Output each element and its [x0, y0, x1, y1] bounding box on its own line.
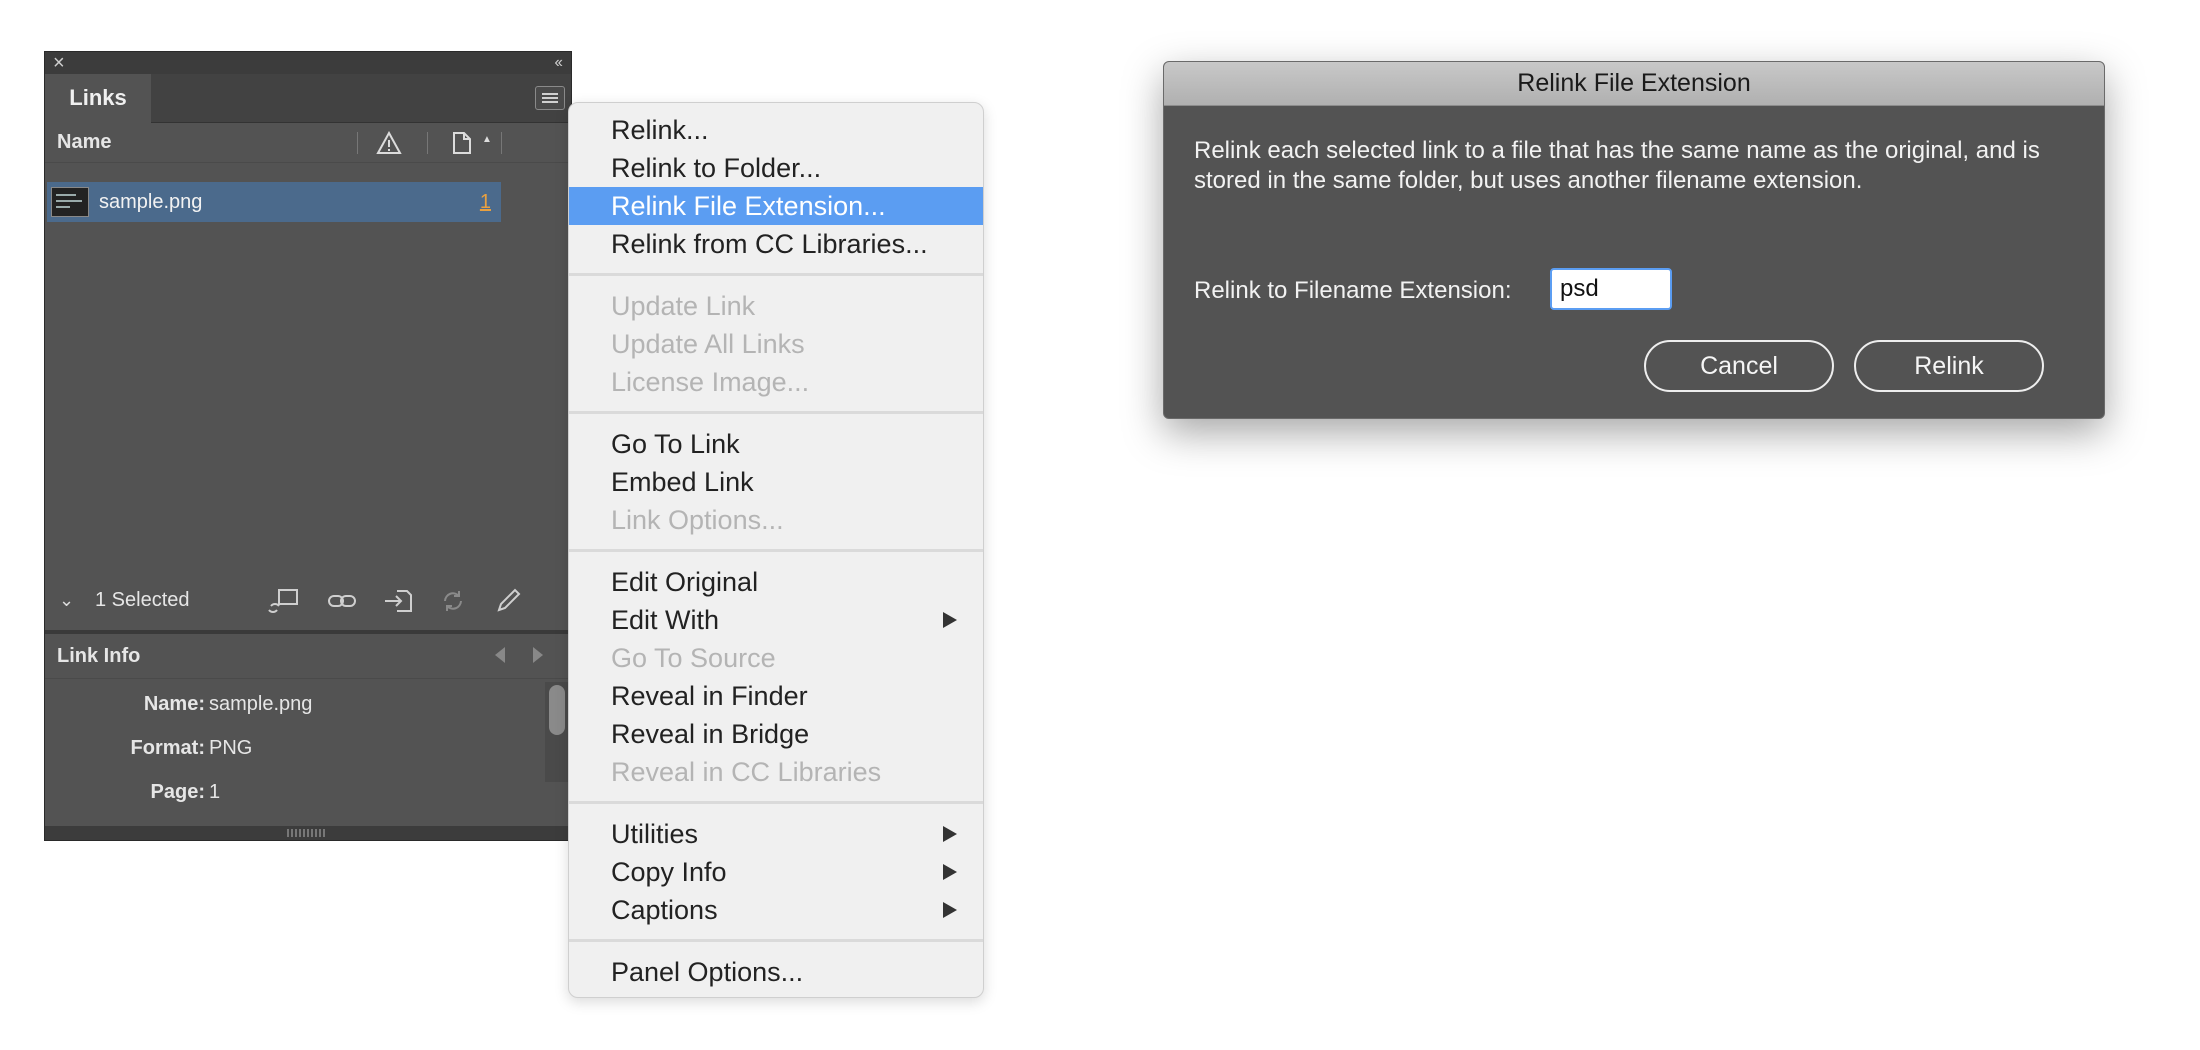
submenu-arrow-icon: [943, 612, 957, 628]
column-divider[interactable]: [501, 132, 502, 154]
warning-icon[interactable]: [376, 131, 402, 155]
relink-button[interactable]: Relink: [1854, 340, 2044, 392]
extension-input[interactable]: [1550, 268, 1672, 310]
menu-item-edit-with[interactable]: Edit With: [569, 601, 983, 639]
info-key: Format:: [130, 737, 205, 759]
menu-item-copy-info[interactable]: Copy Info: [569, 853, 983, 891]
chevron-down-icon[interactable]: ⌄: [59, 590, 74, 611]
menu-separator: [569, 801, 983, 804]
context-menu: Relink... Relink to Folder... Relink Fil…: [568, 102, 984, 998]
menu-item-relink[interactable]: Relink...: [569, 111, 983, 149]
previous-arrow-icon[interactable]: [495, 647, 505, 663]
info-row-format: Format: PNG: [45, 732, 355, 764]
info-row-name: Name: sample.png: [45, 688, 355, 720]
menu-item-reveal-in-cc-libraries: Reveal in CC Libraries: [611, 757, 882, 787]
relink-from-cc-libraries-icon[interactable]: [267, 588, 301, 614]
update-link-icon[interactable]: [439, 588, 467, 614]
tab-links[interactable]: Links: [45, 74, 151, 123]
menu-item-update-link: Update Link: [611, 291, 756, 321]
menu-item-utilities[interactable]: Utilities: [569, 815, 983, 853]
panel-title-bar: × ‹‹: [45, 52, 571, 74]
next-arrow-icon[interactable]: [533, 647, 543, 663]
menu-separator: [569, 939, 983, 942]
cancel-button[interactable]: Cancel: [1644, 340, 1834, 392]
submenu-arrow-icon: [943, 864, 957, 880]
extension-label: Relink to Filename Extension:: [1194, 277, 1512, 304]
menu-item-captions[interactable]: Captions: [569, 891, 983, 929]
link-filename: sample.png: [99, 191, 203, 213]
column-divider[interactable]: [427, 132, 428, 154]
menu-item-go-to-link[interactable]: Go To Link: [569, 425, 983, 463]
links-panel: × ‹‹ Links Name ▲ sample.png 1 ⌄ 1 Selec…: [44, 51, 572, 841]
dialog-title-bar[interactable]: Relink File Extension: [1164, 62, 2104, 106]
menu-item-reveal-in-bridge[interactable]: Reveal in Bridge: [569, 715, 983, 753]
relink-file-extension-dialog: Relink File Extension Relink each select…: [1163, 61, 2105, 419]
selection-count: 1 Selected: [95, 589, 190, 611]
column-name-header[interactable]: Name: [57, 122, 111, 162]
menu-separator: [569, 549, 983, 552]
collapse-panel-icon[interactable]: ‹‹: [554, 52, 563, 74]
relink-icon[interactable]: [327, 588, 357, 614]
links-column-header: Name ▲: [45, 122, 571, 163]
links-toolbar: ⌄ 1 Selected: [45, 572, 571, 630]
menu-separator: [569, 411, 983, 414]
info-key: Name:: [143, 693, 205, 715]
link-row[interactable]: sample.png 1: [47, 182, 501, 222]
menu-item-embed-link[interactable]: Embed Link: [569, 463, 983, 501]
menu-item-reveal-in-finder[interactable]: Reveal in Finder: [569, 677, 983, 715]
menu-item-relink-file-extension[interactable]: Relink File Extension...: [569, 187, 983, 225]
info-value: 1: [209, 781, 221, 803]
menu-item-go-to-source: Go To Source: [611, 643, 776, 673]
info-key: Page:: [150, 781, 205, 803]
menu-item-relink-to-folder[interactable]: Relink to Folder...: [569, 149, 983, 187]
dialog-title: Relink File Extension: [1517, 69, 1751, 97]
image-thumbnail: [51, 187, 89, 217]
submenu-arrow-icon: [943, 826, 957, 842]
menu-item-link-options: Link Options...: [611, 505, 784, 535]
link-info-title: Link Info: [57, 645, 141, 667]
go-to-link-icon[interactable]: [383, 588, 413, 614]
page-icon[interactable]: [451, 131, 473, 155]
menu-item-panel-options[interactable]: Panel Options...: [569, 953, 983, 991]
menu-item-license-image: License Image...: [611, 367, 810, 397]
menu-item-relink-from-cc-libraries[interactable]: Relink from CC Libraries...: [569, 225, 983, 263]
column-divider[interactable]: [357, 132, 358, 154]
info-value: sample.png: [209, 693, 313, 715]
dialog-description: Relink each selected link to a file that…: [1194, 137, 2040, 194]
link-info-header[interactable]: Link Info: [45, 634, 571, 679]
resize-grip[interactable]: [287, 829, 327, 837]
scrollbar-thumb[interactable]: [549, 685, 565, 735]
info-value: PNG: [209, 737, 253, 759]
info-row-page: Page: 1: [45, 776, 355, 808]
sort-ascending-icon[interactable]: ▲: [482, 134, 492, 145]
edit-original-icon[interactable]: [495, 588, 523, 614]
panel-menu-icon[interactable]: [535, 86, 565, 110]
submenu-arrow-icon: [943, 902, 957, 918]
menu-item-update-all-links: Update All Links: [611, 329, 805, 359]
menu-item-edit-original[interactable]: Edit Original: [569, 563, 983, 601]
menu-separator: [569, 273, 983, 276]
close-icon[interactable]: ×: [53, 52, 65, 74]
link-page-number[interactable]: 1: [480, 182, 491, 222]
panel-bottom-bar: [45, 826, 571, 840]
panel-tab-row: Links: [45, 74, 571, 123]
